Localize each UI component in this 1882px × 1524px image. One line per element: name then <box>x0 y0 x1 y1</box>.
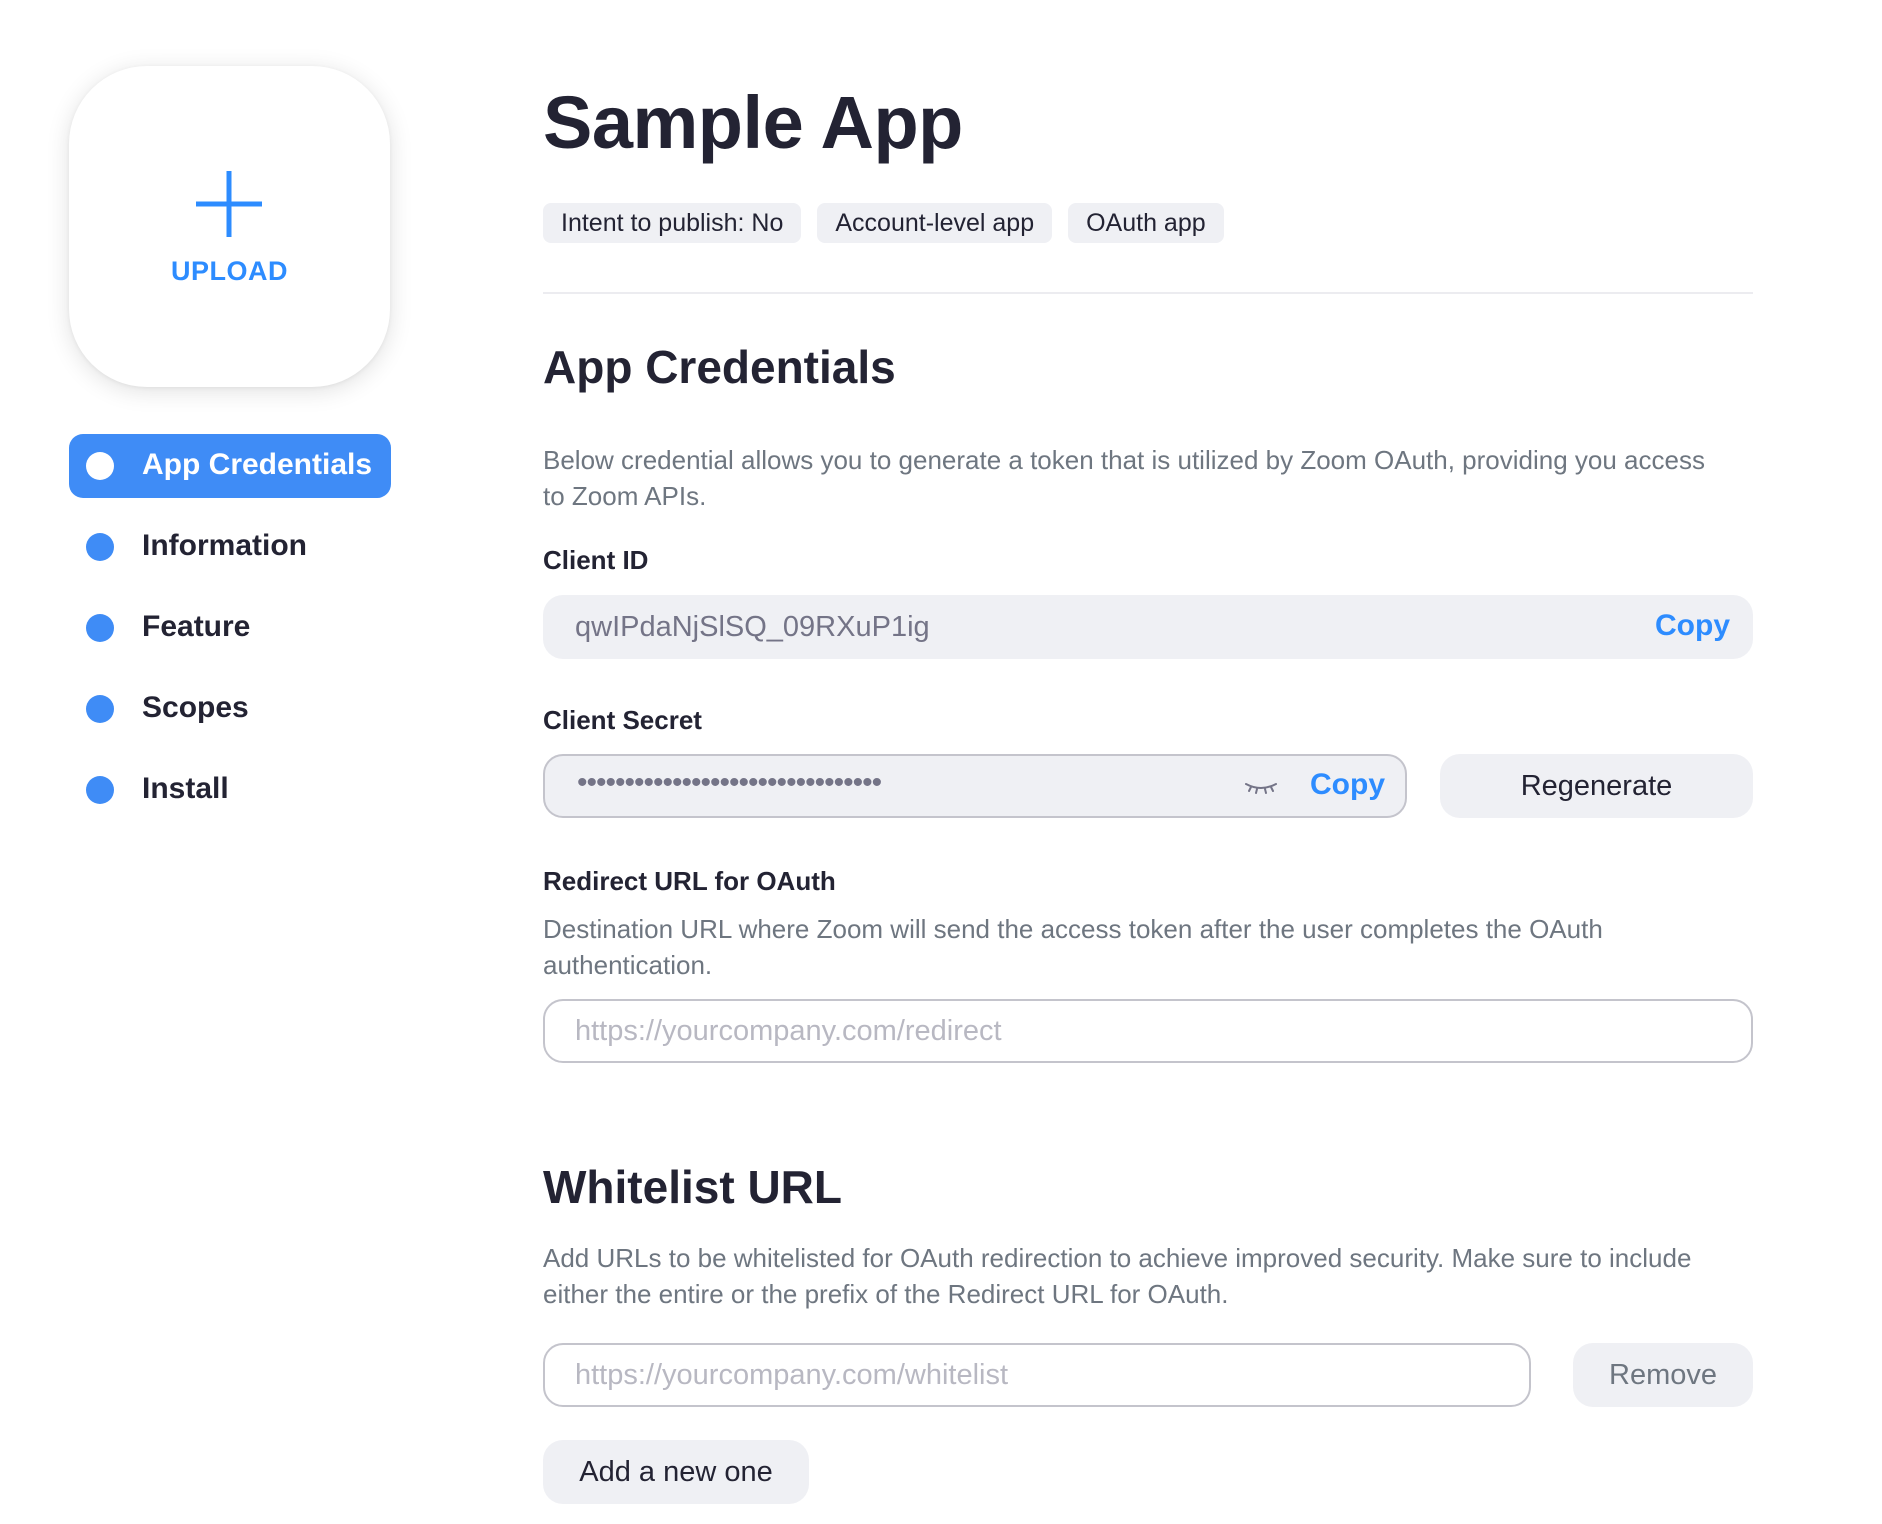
remove-whitelist-button[interactable]: Remove <box>1573 1343 1753 1407</box>
tag-intent-to-publish: Intent to publish: No <box>543 203 802 243</box>
sidebar-item-label: Install <box>142 772 229 805</box>
sidebar-item-label: Scopes <box>142 691 249 724</box>
redirect-url-description: Destination URL where Zoom will send the… <box>543 914 1603 980</box>
sidebar-item-install[interactable]: Install <box>69 758 391 822</box>
sidebar-item-label: Information <box>142 529 307 562</box>
dot-icon <box>86 614 114 642</box>
tag-oauth-app: OAuth app <box>1068 203 1224 243</box>
redirect-url-label: Redirect URL for OAuth <box>543 866 836 896</box>
sidebar-item-scopes[interactable]: Scopes <box>69 677 391 741</box>
app-tags: Intent to publish: No Account-level app … <box>543 203 1224 243</box>
dot-icon <box>86 533 114 561</box>
sidebar-item-feature[interactable]: Feature <box>69 596 391 660</box>
section-title-whitelist-url: Whitelist URL <box>543 1161 842 1213</box>
sidebar-item-app-credentials[interactable]: App Credentials <box>69 434 391 498</box>
credentials-description: Below credential allows you to generate … <box>543 445 1705 511</box>
upload-logo-button[interactable]: UPLOAD <box>69 66 390 387</box>
sidebar-item-label: App Credentials <box>142 448 373 481</box>
sidebar-nav: App Credentials Information Feature Scop… <box>69 434 391 839</box>
sidebar-item-information[interactable]: Information <box>69 515 391 579</box>
client-secret-value: •••••••••••••••••••••••••••••••• <box>577 766 882 799</box>
eye-closed-icon[interactable] <box>1244 780 1278 796</box>
sidebar-item-label: Feature <box>142 610 251 643</box>
upload-label: UPLOAD <box>171 256 288 286</box>
redirect-url-input[interactable] <box>543 999 1753 1063</box>
client-secret-field: •••••••••••••••••••••••••••••••• Copy <box>543 754 1407 818</box>
dot-icon <box>86 452 114 480</box>
client-secret-label: Client Secret <box>543 705 702 735</box>
regenerate-button[interactable]: Regenerate <box>1440 754 1753 818</box>
whitelist-description: Add URLs to be whitelisted for OAuth red… <box>543 1243 1692 1309</box>
whitelist-url-input[interactable] <box>543 1343 1531 1407</box>
header-divider <box>543 292 1753 294</box>
client-id-field: qwIPdaNjSlSQ_09RXuP1ig Copy <box>543 595 1753 659</box>
plus-icon <box>196 171 262 237</box>
tag-account-level: Account-level app <box>817 203 1053 243</box>
dot-icon <box>86 695 114 723</box>
client-id-label: Client ID <box>543 545 649 575</box>
page-title: Sample App <box>543 81 963 164</box>
add-whitelist-button[interactable]: Add a new one <box>543 1440 809 1504</box>
client-id-value: qwIPdaNjSlSQ_09RXuP1ig <box>575 611 930 643</box>
section-title-app-credentials: App Credentials <box>543 341 896 393</box>
copy-client-id-button[interactable]: Copy <box>1655 609 1730 643</box>
dot-icon <box>86 776 114 804</box>
copy-client-secret-button[interactable]: Copy <box>1310 768 1385 802</box>
